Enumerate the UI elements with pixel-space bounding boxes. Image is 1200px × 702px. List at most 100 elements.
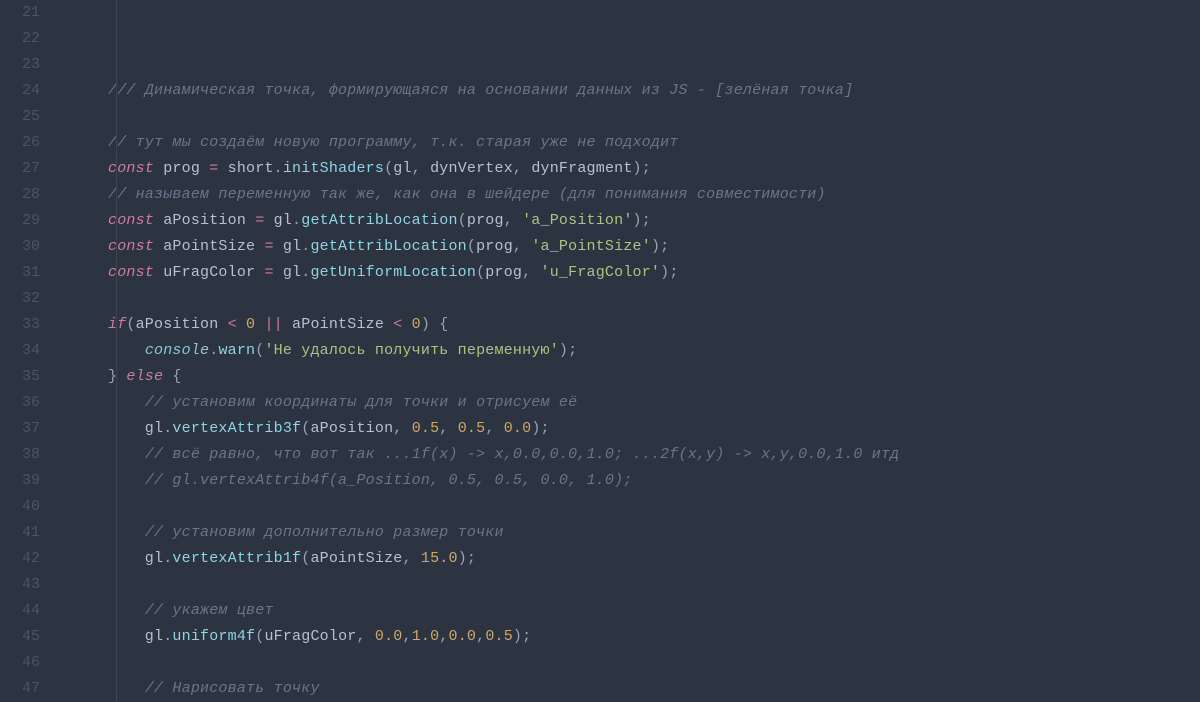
- token-method: getAttribLocation: [310, 238, 466, 255]
- token-ident: aPosition: [136, 316, 228, 333]
- token-punct: (: [476, 264, 485, 281]
- code-line[interactable]: // укажем цвет: [108, 598, 1200, 624]
- token-ident: [402, 316, 411, 333]
- token-method: uniform4f: [172, 628, 255, 645]
- token-method: vertexAttrib3f: [172, 420, 301, 437]
- token-punct: ) {: [421, 316, 449, 333]
- code-line[interactable]: // называем переменную так же, как она в…: [108, 182, 1200, 208]
- code-line[interactable]: [108, 572, 1200, 598]
- code-line[interactable]: [108, 494, 1200, 520]
- token-keyword: if: [108, 316, 126, 333]
- code-line[interactable]: } else {: [108, 364, 1200, 390]
- code-line[interactable]: if(aPosition < 0 || aPointSize < 0) {: [108, 312, 1200, 338]
- code-line[interactable]: [108, 104, 1200, 130]
- token-console: console: [145, 342, 209, 359]
- token-string: 'a_Position': [522, 212, 632, 229]
- token-ident: gl: [393, 160, 411, 177]
- token-op: ||: [264, 316, 282, 333]
- token-ident: prog: [476, 238, 513, 255]
- token-punct: ,: [356, 628, 374, 645]
- token-keyword: const: [108, 160, 154, 177]
- code-line[interactable]: const aPointSize = gl.getAttribLocation(…: [108, 234, 1200, 260]
- token-punct: ,: [485, 420, 503, 437]
- line-number: 43: [0, 572, 54, 598]
- token-ident: [108, 394, 145, 411]
- code-line[interactable]: gl.uniform4f(uFragColor, 0.0,1.0,0.0,0.5…: [108, 624, 1200, 650]
- code-line[interactable]: /// Динамическая точка, формирующаяся на…: [108, 78, 1200, 104]
- token-ident: [108, 524, 145, 541]
- code-line[interactable]: // всё равно, что вот так ...1f(x) -> x,…: [108, 442, 1200, 468]
- code-line[interactable]: gl.vertexAttrib1f(aPointSize, 15.0);: [108, 546, 1200, 572]
- code-line[interactable]: gl.vertexAttrib3f(aPosition, 0.5, 0.5, 0…: [108, 416, 1200, 442]
- token-ident: aPointSize: [310, 550, 402, 567]
- token-comment: // укажем цвет: [145, 602, 274, 619]
- token-method: initShaders: [283, 160, 384, 177]
- token-method: vertexAttrib1f: [172, 550, 301, 567]
- line-number: 22: [0, 26, 54, 52]
- token-ident: [108, 472, 145, 489]
- token-comment: // Нарисовать точку: [145, 680, 320, 697]
- token-comment: // gl.vertexAttrib4f(a_Position, 0.5, 0.…: [145, 472, 633, 489]
- token-number: 0.0: [504, 420, 532, 437]
- token-punct: );: [531, 420, 549, 437]
- token-punct: );: [513, 628, 531, 645]
- token-number: 1.0: [412, 628, 440, 645]
- line-number: 28: [0, 182, 54, 208]
- token-punct: );: [633, 212, 651, 229]
- token-punct: ,: [393, 420, 411, 437]
- code-line[interactable]: // Нарисовать точку: [108, 676, 1200, 702]
- line-number: 44: [0, 598, 54, 624]
- token-string: 'a_PointSize': [531, 238, 651, 255]
- token-keyword: const: [108, 212, 154, 229]
- token-punct: (: [467, 238, 476, 255]
- token-ident: gl: [274, 264, 302, 281]
- code-line[interactable]: console.warn('Не удалось получить переме…: [108, 338, 1200, 364]
- token-keyword: const: [108, 264, 154, 281]
- token-punct: ,: [522, 264, 540, 281]
- token-punct: ,: [402, 550, 420, 567]
- line-number-gutter: 2122232425262728293031323334353637383940…: [0, 0, 54, 702]
- token-ident: [237, 316, 246, 333]
- token-punct: );: [633, 160, 651, 177]
- line-number: 31: [0, 260, 54, 286]
- token-number: 0.0: [449, 628, 477, 645]
- token-ident: aPosition: [310, 420, 393, 437]
- token-punct: (: [126, 316, 135, 333]
- token-ident: dynFragment: [531, 160, 632, 177]
- code-editor[interactable]: 2122232425262728293031323334353637383940…: [0, 0, 1200, 702]
- line-number: 42: [0, 546, 54, 572]
- token-punct: ,: [476, 628, 485, 645]
- token-comment: // установим дополнительно размер точки: [145, 524, 504, 541]
- code-line[interactable]: // установим дополнительно размер точки: [108, 520, 1200, 546]
- code-line[interactable]: // gl.vertexAttrib4f(a_Position, 0.5, 0.…: [108, 468, 1200, 494]
- code-line[interactable]: [108, 650, 1200, 676]
- code-line[interactable]: // тут мы создаём новую программу, т.к. …: [108, 130, 1200, 156]
- line-number: 47: [0, 676, 54, 702]
- token-method: getUniformLocation: [310, 264, 476, 281]
- code-line[interactable]: const prog = short.initShaders(gl, dynVe…: [108, 156, 1200, 182]
- line-number: 34: [0, 338, 54, 364]
- token-punct: ,: [513, 238, 531, 255]
- token-number: 0: [412, 316, 421, 333]
- token-ident: [108, 602, 145, 619]
- indent-guide: [116, 0, 117, 702]
- code-line[interactable]: [108, 286, 1200, 312]
- line-number: 40: [0, 494, 54, 520]
- code-line[interactable]: // установим координаты для точки и отри…: [108, 390, 1200, 416]
- token-ident: [108, 342, 145, 359]
- token-comment: // тут мы создаём новую программу, т.к. …: [108, 134, 679, 151]
- token-comment: // всё равно, что вот так ...1f(x) -> x,…: [145, 446, 900, 463]
- token-method: getAttribLocation: [301, 212, 457, 229]
- token-keyword: const: [108, 238, 154, 255]
- code-line[interactable]: const aPosition = gl.getAttribLocation(p…: [108, 208, 1200, 234]
- token-op: =: [264, 264, 273, 281]
- line-number: 45: [0, 624, 54, 650]
- token-comment: /// Динамическая точка, формирующаяся на…: [108, 82, 853, 99]
- token-punct: ,: [402, 628, 411, 645]
- code-line[interactable]: const uFragColor = gl.getUniformLocation…: [108, 260, 1200, 286]
- token-number: 0.5: [458, 420, 486, 437]
- token-op: <: [228, 316, 237, 333]
- token-punct: ,: [439, 628, 448, 645]
- token-ident: prog: [467, 212, 504, 229]
- code-area[interactable]: /// Динамическая точка, формирующаяся на…: [54, 0, 1200, 702]
